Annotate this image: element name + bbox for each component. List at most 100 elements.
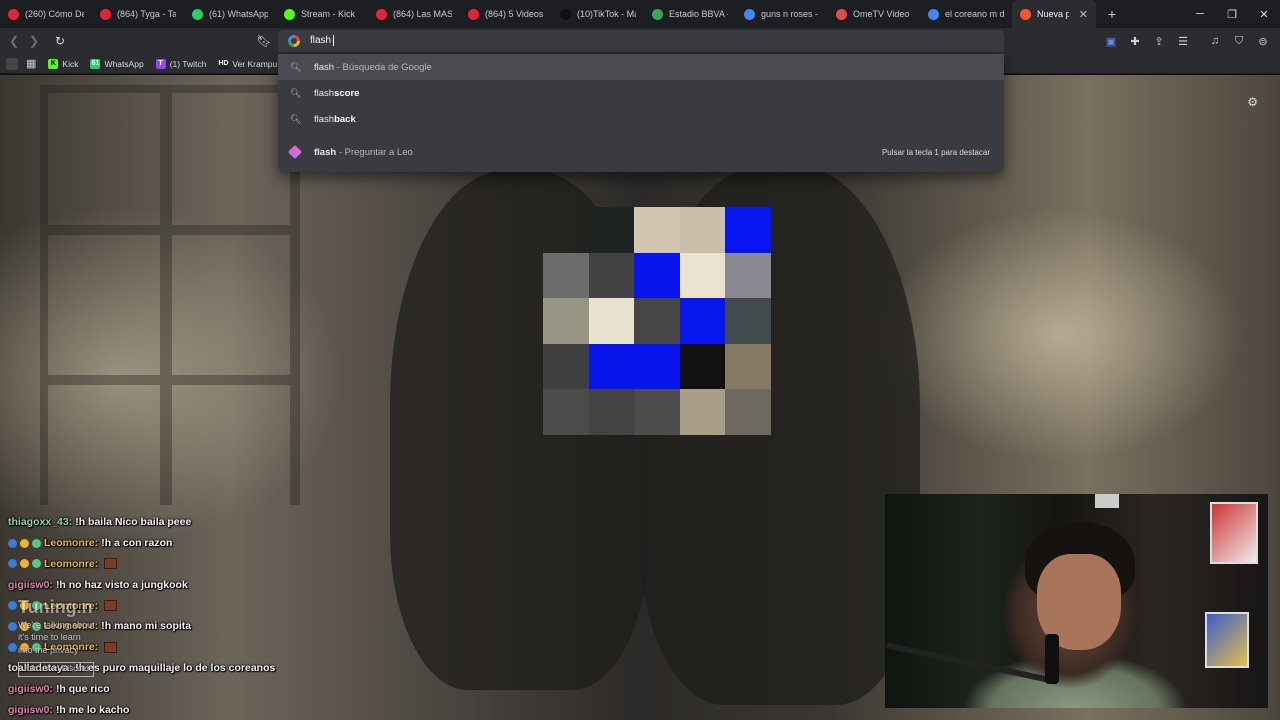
suggestion-text: flash - Búsqueda de Google	[314, 62, 432, 73]
censor-pixel	[679, 298, 726, 344]
youtube-icon	[8, 8, 19, 20]
chat-username[interactable]: gigiisw0:	[8, 704, 53, 716]
suggestion-query: flash	[314, 61, 335, 73]
tab-title: (864) Las MAS E	[393, 9, 452, 19]
brave-icon	[1020, 8, 1031, 20]
chat-username[interactable]: gigiisw0:	[8, 579, 53, 591]
chat-message: gigiisw0: !h que rico	[8, 678, 338, 699]
chat-badge-icon	[8, 559, 17, 569]
chat-username[interactable]: Leomonre:	[44, 537, 98, 549]
mic-arm	[886, 642, 1054, 684]
censor-pixel	[679, 389, 726, 435]
suggestion-item[interactable]: flash - Preguntar a Leo Pulsar la tecla 1…	[278, 139, 1004, 165]
close-tab-icon[interactable]: ✕	[1079, 8, 1088, 21]
menu-icon[interactable]: ☰	[1174, 32, 1192, 50]
poster	[1205, 612, 1249, 668]
chat-message: gigiisw0: !h me lo kacho	[8, 699, 338, 720]
url-text: flash	[310, 35, 332, 47]
censor-pixel	[725, 389, 771, 435]
bookmark-item[interactable]: HD Ver Krampu	[214, 58, 281, 69]
gear-icon[interactable]: ⚙	[1247, 95, 1258, 109]
chat-badge-icon	[20, 559, 29, 569]
media-icon[interactable]: ♫	[1206, 32, 1224, 50]
reload-icon[interactable]: ↻	[50, 31, 70, 51]
apps-grid-icon[interactable]: ▦	[26, 57, 36, 70]
tab-title: (10)TikTok - Make	[577, 9, 636, 19]
tab-title: (260) Cómo Desc	[25, 9, 84, 19]
bookmark-label: Kick	[62, 58, 79, 69]
tab-7[interactable]: Estadio BBVA - G	[644, 0, 736, 28]
tab-5[interactable]: (864) 5 Videos de	[460, 0, 552, 28]
search-icon: 🔍︎	[290, 113, 302, 124]
account-icon[interactable]: ⊜	[1254, 32, 1272, 50]
tab-3[interactable]: Stream - Kick	[276, 0, 368, 28]
bookmark-item[interactable]: 61 WhatsApp	[86, 58, 147, 69]
share-icon[interactable]: ⇪	[1150, 32, 1168, 50]
tab-0[interactable]: (260) Cómo Desc	[0, 0, 92, 28]
tab-10[interactable]: el coreano m do	[920, 0, 1012, 28]
translate-icon[interactable]: ▣	[1102, 32, 1120, 50]
chat-text: !h baila Nico baila peee	[75, 516, 192, 529]
suggestion-text: flashscore	[314, 88, 359, 99]
tab-11[interactable]: Nueva pesta ✕	[1012, 0, 1096, 28]
suggestion-item[interactable]: 🔍︎ flash - Búsqueda de Google	[278, 54, 1004, 80]
close-window-icon[interactable]: ✕	[1248, 0, 1280, 28]
overlay-line: We're talking about	[18, 620, 95, 631]
back-icon[interactable]: ❮	[4, 31, 24, 51]
suggestion-item[interactable]: 🔍︎ flashback	[278, 106, 1004, 132]
censor-pixel	[543, 389, 589, 435]
tab-4[interactable]: (864) Las MAS E	[368, 0, 460, 28]
discord-button[interactable]: Join us on Discord	[18, 661, 94, 677]
chat-badge-icon	[32, 559, 41, 569]
new-tab-button[interactable]: +	[1100, 2, 1124, 26]
chat-message: Leomonre: !h a con razon	[8, 533, 338, 554]
tab-title: (864) 5 Videos de	[485, 9, 544, 19]
bookmark-item[interactable]: T (1) Twitch	[152, 58, 211, 69]
censor-pixel	[588, 207, 635, 253]
tab-9[interactable]: OmeTV Video Ch	[828, 0, 920, 28]
chat-badge-icon	[8, 621, 17, 631]
omnibox-suggestions: 🔍︎ flash - Búsqueda de Google 🔍︎ flashscore…	[278, 54, 1004, 172]
url-input[interactable]: flash	[310, 35, 335, 47]
tab-2[interactable]: (61) WhatsApp	[184, 0, 276, 28]
forward-icon[interactable]: ❯	[24, 31, 44, 51]
suggestion-query: flash	[314, 146, 337, 158]
tab-1[interactable]: (864) Tyga - Taste	[92, 0, 184, 28]
poster	[1210, 502, 1258, 564]
chat-badge-icon	[32, 538, 41, 548]
chat-username[interactable]: thiagoxx_43:	[8, 516, 72, 528]
censor-pixel	[679, 207, 726, 253]
address-bar[interactable]: flash	[278, 30, 1004, 52]
chat-text: !h no haz visto a jungkook	[55, 578, 188, 591]
restore-icon[interactable]: ❐	[1216, 0, 1248, 28]
minimize-icon[interactable]: ─	[1184, 0, 1216, 28]
shield-icon[interactable]: ⛉	[1230, 32, 1248, 50]
tab-title: Nueva pesta	[1037, 9, 1069, 19]
search-icon: 🔍︎	[290, 87, 302, 98]
tab-6[interactable]: (10)TikTok - Make	[552, 0, 644, 28]
suggestion-completion: score	[334, 87, 360, 99]
bookmark-icon[interactable]: 🔖︎	[254, 31, 274, 51]
suggestion-item[interactable]: 🔍︎ flashscore	[278, 80, 1004, 106]
censor-pixel	[588, 389, 635, 435]
censor-pixel	[543, 343, 589, 390]
suggestion-source: - Preguntar a Leo	[336, 146, 413, 158]
censor-pixel	[725, 343, 771, 390]
bookmark-favicon-icon: HD	[218, 58, 229, 69]
bookmark-label: (1) Twitch	[169, 58, 207, 69]
sidebar-toggle-icon[interactable]	[6, 57, 18, 70]
chat-emote-icon	[104, 558, 118, 570]
extensions-icon[interactable]: ✚	[1126, 32, 1144, 50]
censor-pixel	[543, 207, 589, 253]
suggestion-completion: back	[334, 113, 356, 125]
censor-pixel	[543, 252, 589, 299]
youtube-icon	[376, 8, 387, 20]
censor-pixel	[634, 298, 680, 344]
chat-username[interactable]: Leomonre:	[44, 558, 98, 570]
chat-message: gigiisw0: !h no haz visto a jungkook	[8, 574, 338, 595]
tab-8[interactable]: guns n roses - Bu	[736, 0, 828, 28]
chat-username[interactable]: gigiisw0:	[8, 683, 53, 695]
window-shadow	[40, 85, 300, 505]
ometv-icon	[836, 8, 847, 20]
bookmark-item[interactable]: K Kick	[44, 58, 82, 69]
